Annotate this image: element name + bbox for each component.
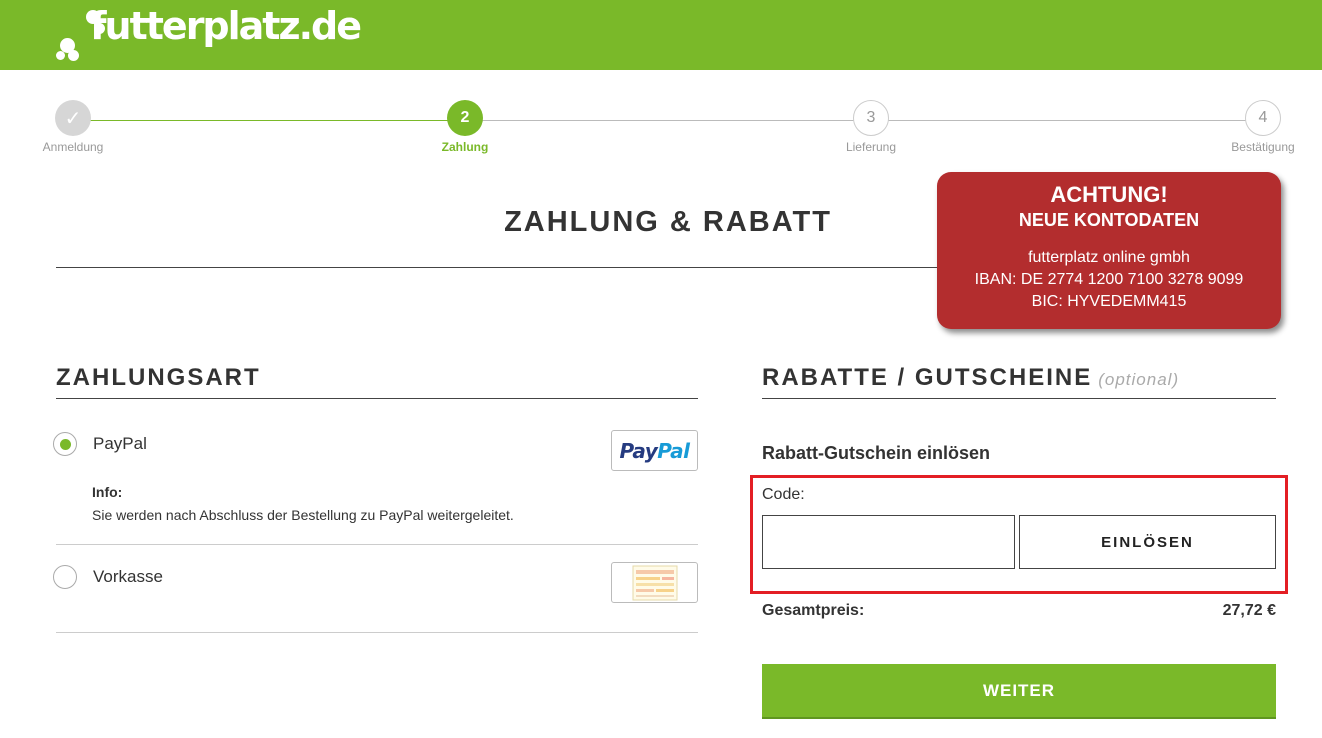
checkout-progress: ✓ Anmeldung 2 Zahlung 3 Lieferung 4 Best… (0, 100, 1322, 160)
paw-prints-icon (56, 4, 105, 62)
step-label: Zahlung (441, 140, 489, 154)
continue-button[interactable]: WEITER (762, 664, 1276, 717)
paypal-logo: PayPal (611, 430, 698, 471)
payment-option-divider (56, 544, 698, 545)
step-anmeldung[interactable]: ✓ Anmeldung (13, 100, 133, 154)
step-label: Bestätigung (1231, 140, 1295, 154)
redeem-voucher-title: Rabatt-Gutschein einlösen (762, 443, 991, 463)
discounts-heading: RABATTE / GUTSCHEINE (optional) (762, 364, 1180, 391)
redeem-button[interactable]: EINLÖSEN (1019, 515, 1276, 569)
paypal-radio[interactable] (53, 432, 77, 456)
site-header: futterplatz.de (0, 0, 1322, 70)
step-number: 3 (853, 100, 889, 136)
logo-text: futterplatz.de (90, 4, 362, 48)
voucher-code-input[interactable] (762, 515, 1015, 569)
bank-details-notice: ACHTUNG! NEUE KONTODATEN futterplatz onl… (937, 172, 1281, 329)
step-zahlung: 2 Zahlung (405, 100, 525, 154)
notice-subheadline: NEUE KONTODATEN (1018, 210, 1200, 230)
paypal-label[interactable]: PayPal (93, 434, 147, 454)
step-number: 4 (1245, 100, 1281, 136)
discounts-heading-rule (762, 398, 1276, 399)
total-price-label: Gesamtpreis: (762, 602, 865, 619)
notice-iban: IBAN: DE 2774 1200 7100 3278 9099 (974, 271, 1244, 288)
step-lieferung: 3 Lieferung (811, 100, 931, 154)
payment-section-bottom-divider (56, 632, 698, 633)
notice-bic: BIC: HYVEDEMM415 (1031, 293, 1187, 310)
step-label: Anmeldung (42, 140, 104, 154)
payment-heading: ZAHLUNGSART (56, 364, 261, 391)
paypal-info-text: Sie werden nach Abschluss der Bestellung… (92, 507, 514, 523)
site-logo[interactable]: futterplatz.de (56, 4, 362, 62)
total-price-value: 27,72 € (1222, 602, 1276, 619)
optional-hint: (optional) (1098, 370, 1180, 389)
bank-transfer-form-icon (611, 562, 698, 603)
code-label: Code: (762, 486, 805, 503)
notice-headline: ACHTUNG! (1050, 182, 1168, 207)
step-label: Lieferung (845, 140, 897, 154)
step-done-check-icon: ✓ (55, 100, 91, 136)
notice-company: futterplatz online gmbh (1028, 249, 1190, 266)
step-number: 2 (447, 100, 483, 136)
vorkasse-radio[interactable] (53, 565, 77, 589)
step-bestaetigung: 4 Bestätigung (1203, 100, 1322, 154)
paypal-info-title: Info: (92, 484, 123, 500)
payment-heading-rule (56, 398, 698, 399)
vorkasse-label[interactable]: Vorkasse (93, 567, 163, 587)
